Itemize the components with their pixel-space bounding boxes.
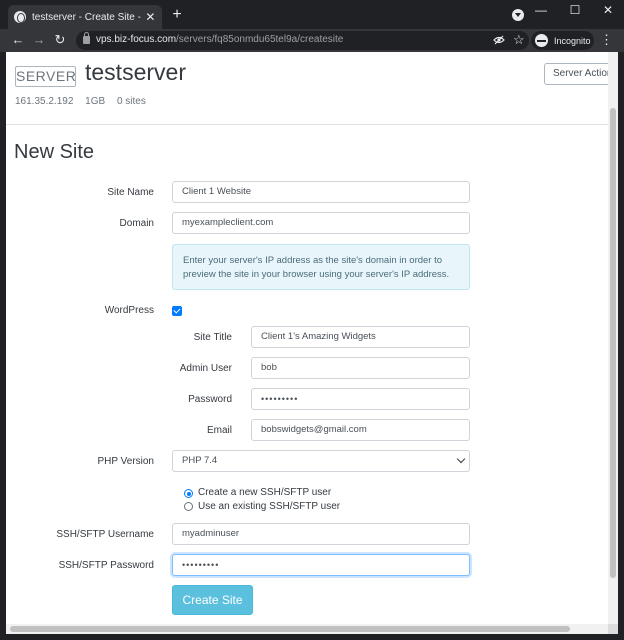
server-badge: SERVER	[15, 66, 76, 87]
site-name-input[interactable]: Client 1 Website	[172, 181, 470, 203]
radio-create-ssh-user[interactable]	[184, 489, 193, 498]
lock-icon[interactable]	[83, 32, 90, 44]
window-frame-bottom	[0, 634, 624, 640]
globe-icon	[14, 11, 26, 23]
tab-close-icon[interactable]: ✕	[145, 11, 156, 23]
wordpress-label: WordPress	[104, 305, 154, 316]
server-site-count: 0 sites	[116, 96, 146, 107]
vertical-scroll-thumb[interactable]	[610, 108, 616, 578]
horizontal-scroll-thumb[interactable]	[10, 626, 570, 632]
server-meta: 161.35.2.192 1GB 0 sites	[15, 96, 155, 107]
radio-existing-ssh-user-label[interactable]: Use an existing SSH/SFTP user	[198, 501, 340, 512]
new-tab-icon[interactable]: +	[169, 6, 185, 24]
url-text[interactable]: vps.biz-focus.com/servers/fq85onmdu65tel…	[96, 34, 343, 45]
vertical-scrollbar[interactable]	[608, 52, 618, 624]
ssh-username-input[interactable]: myadminuser	[172, 523, 470, 545]
site-name-label: Site Name	[107, 187, 154, 198]
php-version-select[interactable]: PHP 7.4	[172, 450, 470, 472]
browser-titlebar: testserver - Create Site - Biz-Focus ✕ +…	[0, 0, 624, 29]
star-icon[interactable]: ☆	[513, 32, 525, 48]
php-version-value: PHP 7.4	[182, 455, 218, 466]
tab-search-icon[interactable]	[512, 9, 524, 21]
site-title-input[interactable]: Client 1's Amazing Widgets	[251, 326, 470, 348]
ssh-password-label: SSH/SFTP Password	[58, 560, 154, 571]
menu-icon[interactable]: ⋮	[600, 32, 613, 48]
server-name: testserver	[85, 59, 186, 85]
chevron-down-icon	[456, 454, 466, 464]
browser-tab[interactable]: testserver - Create Site - Biz-Focus ✕	[8, 5, 162, 29]
incognito-indicator[interactable]: Incognito	[531, 31, 594, 50]
create-site-button[interactable]: Create Site	[172, 585, 253, 615]
incognito-icon	[535, 34, 548, 47]
domain-input[interactable]: myexampleclient.com	[172, 212, 470, 234]
password-input[interactable]: •••••••••	[251, 388, 470, 410]
browser-toolbar: ← → ↻ vps.biz-focus.com/servers/fq85onmd…	[0, 29, 624, 52]
forward-icon[interactable]: →	[31, 32, 47, 48]
maximize-icon[interactable]: ☐	[566, 3, 584, 17]
scrollbar-corner	[608, 624, 618, 634]
site-title-label: Site Title	[193, 332, 232, 343]
server-ip: 161.35.2.192	[15, 96, 74, 107]
admin-user-input[interactable]: bob	[251, 357, 470, 379]
header-divider	[6, 124, 618, 125]
back-icon[interactable]: ←	[10, 32, 26, 48]
domain-label: Domain	[119, 218, 154, 229]
reload-icon[interactable]: ↻	[52, 32, 68, 48]
php-version-label: PHP Version	[97, 456, 154, 467]
radio-create-ssh-user-label[interactable]: Create a new SSH/SFTP user	[198, 487, 331, 498]
page-viewport: SERVER testserver Server Actions 161.35.…	[6, 52, 618, 624]
radio-existing-ssh-user[interactable]	[184, 502, 193, 511]
email-label: Email	[206, 425, 232, 436]
wordpress-checkbox[interactable]	[172, 306, 182, 316]
incognito-label: Incognito	[554, 35, 591, 46]
domain-help-alert: Enter your server's IP address as the si…	[172, 244, 470, 290]
ssh-username-label: SSH/SFTP Username	[56, 529, 154, 540]
email-input[interactable]: bobswidgets@gmail.com	[251, 419, 470, 441]
server-actions-button[interactable]: Server Actions	[544, 63, 618, 85]
server-memory: 1GB	[85, 96, 106, 107]
horizontal-scrollbar[interactable]	[6, 624, 608, 634]
close-icon[interactable]: ✕	[599, 3, 617, 17]
tab-title: testserver - Create Site - Biz-Focus	[32, 11, 141, 23]
eye-off-icon[interactable]	[493, 35, 505, 45]
address-bar[interactable]: vps.biz-focus.com/servers/fq85onmdu65tel…	[76, 31, 529, 50]
minimize-icon[interactable]: —	[532, 3, 550, 17]
page-title: New Site	[14, 141, 95, 163]
admin-user-label: Admin User	[179, 363, 232, 374]
password-label: Password	[188, 394, 232, 405]
ssh-password-input[interactable]: •••••••••	[172, 554, 470, 576]
